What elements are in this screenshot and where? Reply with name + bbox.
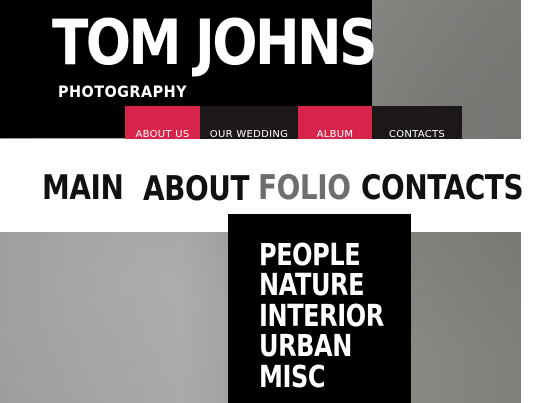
- site-subtitle: PHOTOGRAPHY: [58, 82, 187, 101]
- folio-item-misc[interactable]: MISC: [259, 362, 326, 393]
- site-title[interactable]: TOM JOHNS: [52, 8, 378, 78]
- folio-item-urban[interactable]: URBAN: [259, 331, 352, 362]
- folio-item-nature[interactable]: NATURE: [259, 270, 365, 301]
- main-nav-main[interactable]: MAIN: [42, 168, 124, 208]
- folio-item-interior[interactable]: INTERIOR: [259, 301, 384, 332]
- main-nav-about[interactable]: ABOUT: [143, 169, 250, 209]
- main-nav-folio[interactable]: FOLIO: [258, 168, 351, 208]
- folio-item-people[interactable]: PEOPLE: [259, 240, 361, 271]
- main-nav-contacts[interactable]: CONTACTS: [361, 168, 524, 208]
